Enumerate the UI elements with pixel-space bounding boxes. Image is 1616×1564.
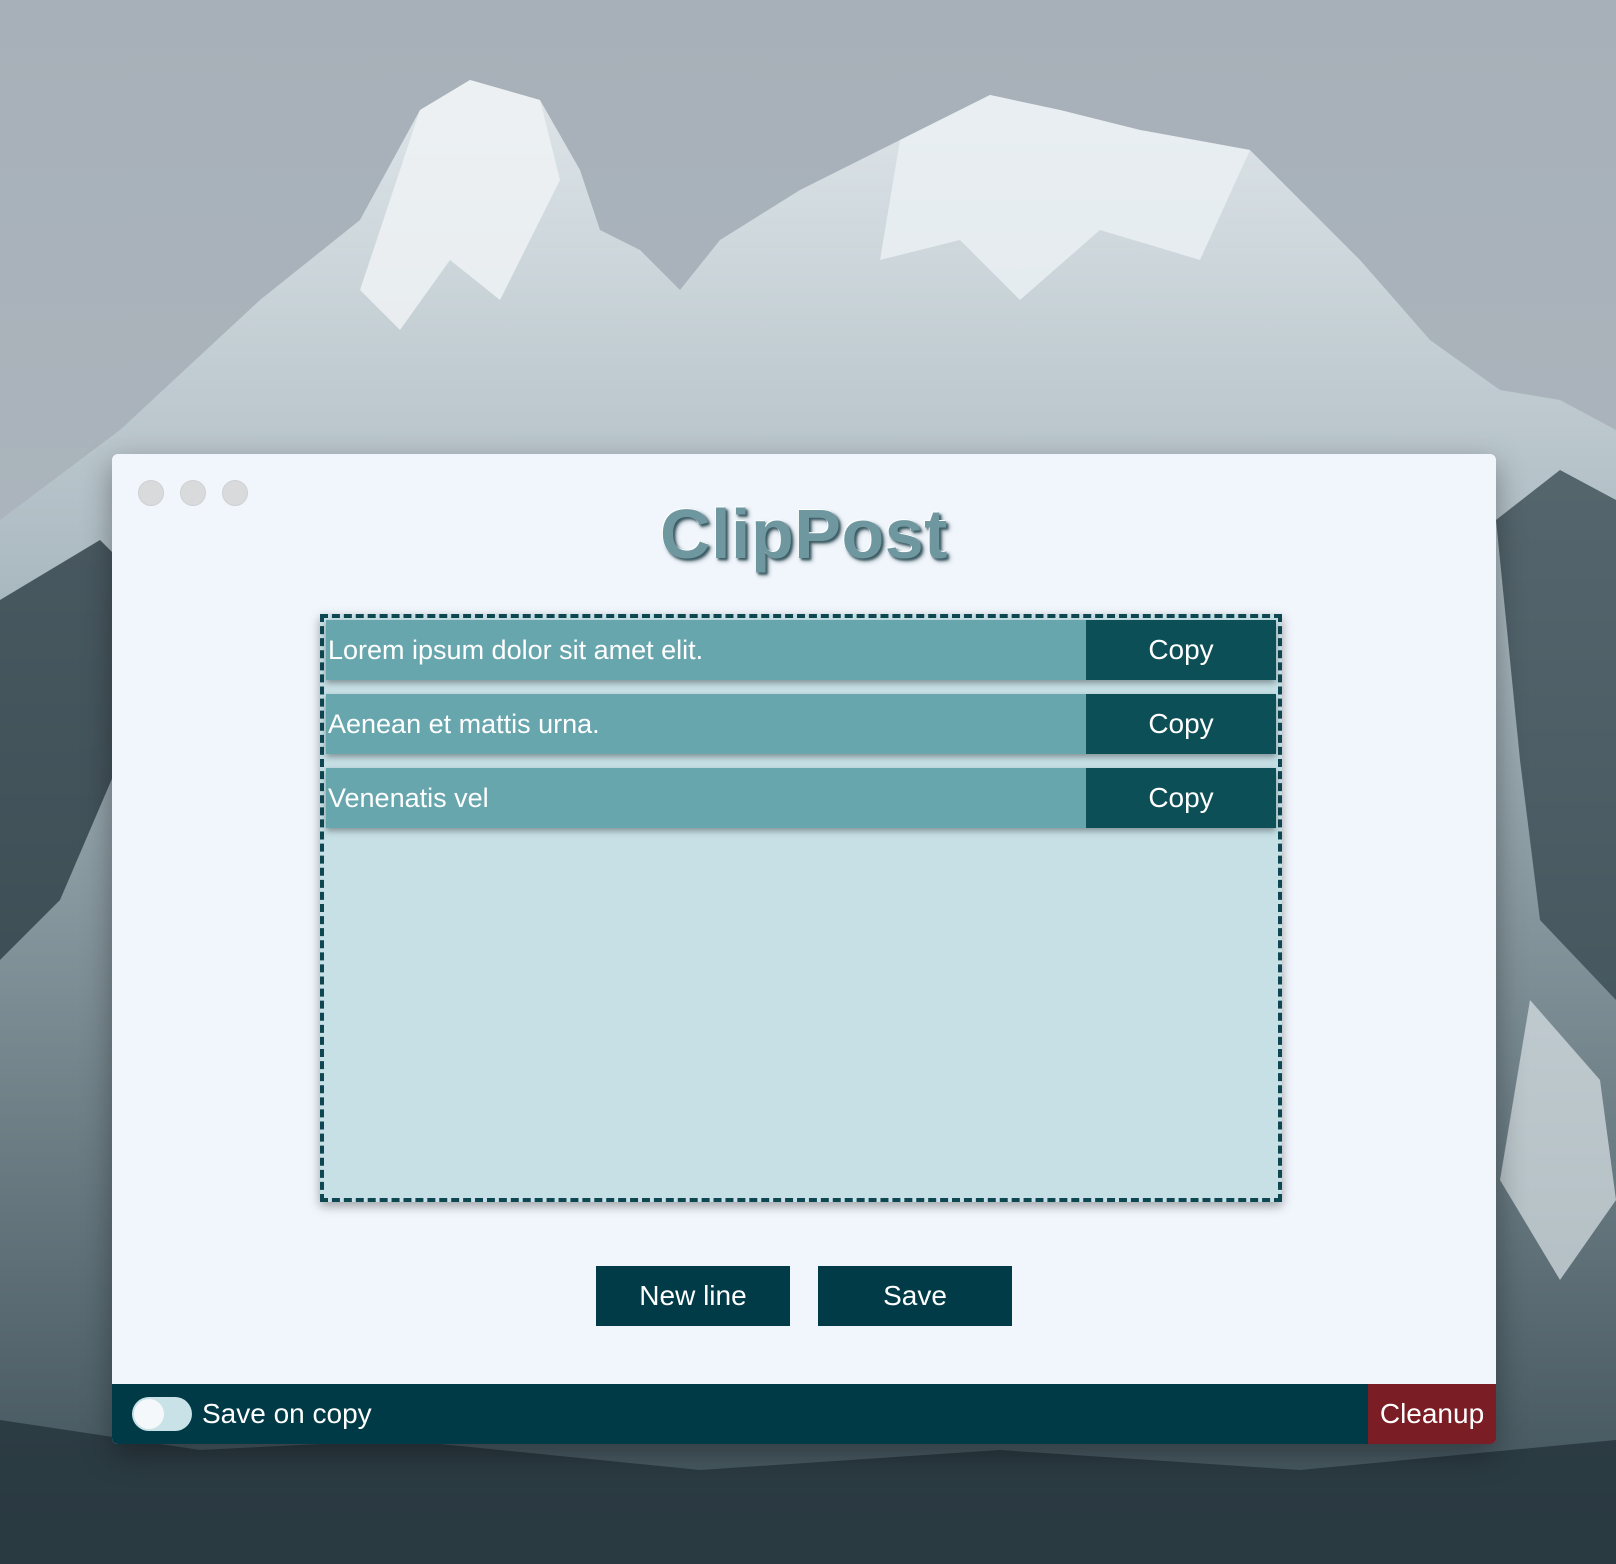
clip-text[interactable]: Lorem ipsum dolor sit amet elit. <box>326 635 1086 666</box>
save-button[interactable]: Save <box>818 1266 1012 1326</box>
toggle-knob <box>134 1399 164 1429</box>
clip-text[interactable]: Aenean et mattis urna. <box>326 709 1086 740</box>
copy-button[interactable]: Copy <box>1086 768 1276 828</box>
clip-text[interactable]: Venenatis vel <box>326 783 1086 814</box>
footer-bar: Save on copy Cleanup <box>112 1384 1496 1444</box>
clip-list: Lorem ipsum dolor sit amet elit. Copy Ae… <box>320 614 1282 1202</box>
copy-button[interactable]: Copy <box>1086 620 1276 680</box>
clip-row: Lorem ipsum dolor sit amet elit. Copy <box>326 620 1276 680</box>
copy-button[interactable]: Copy <box>1086 694 1276 754</box>
cleanup-button[interactable]: Cleanup <box>1368 1384 1496 1444</box>
action-bar: New line Save <box>112 1266 1496 1326</box>
app-window: ClipPost Lorem ipsum dolor sit amet elit… <box>112 454 1496 1444</box>
new-line-button[interactable]: New line <box>596 1266 790 1326</box>
clip-row: Aenean et mattis urna. Copy <box>326 694 1276 754</box>
save-on-copy-toggle[interactable] <box>132 1397 192 1431</box>
save-on-copy-label: Save on copy <box>202 1398 372 1429</box>
clip-row: Venenatis vel Copy <box>326 768 1276 828</box>
app-title: ClipPost <box>660 495 948 573</box>
